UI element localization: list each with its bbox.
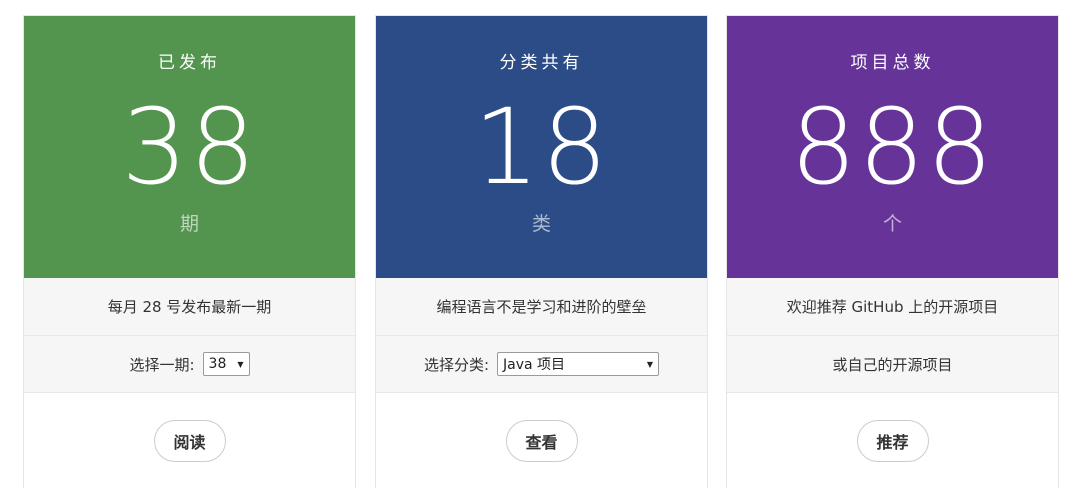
categories-hero: 分类共有 18 类 [376, 16, 707, 278]
hero-unit: 期 [179, 213, 199, 235]
published-hero: 已发布 38 期 [24, 16, 355, 278]
view-button-row: 查看 [376, 392, 707, 488]
issue-select-label: 选择一期: [129, 355, 195, 374]
read-button-row: 阅读 [24, 392, 355, 488]
card-description: 每月 28 号发布最新一期 [24, 278, 355, 335]
categories-card: 分类共有 18 类 编程语言不是学习和进阶的壁垒 选择分类: Java 项目 ▼… [375, 15, 708, 488]
hero-number: 18 [473, 86, 610, 208]
view-button[interactable]: 查看 [505, 419, 578, 462]
issue-select[interactable]: 38 ▼ [202, 352, 250, 376]
card-description: 编程语言不是学习和进阶的壁垒 [376, 278, 707, 335]
hero-number: 38 [121, 86, 258, 208]
category-select-row: 选择分类: Java 项目 ▼ [376, 335, 707, 392]
projects-hero: 项目总数 888 个 [727, 16, 1058, 278]
hero-unit: 个 [882, 213, 902, 235]
hero-unit: 类 [531, 213, 551, 235]
issue-select-row: 选择一期: 38 ▼ [24, 335, 355, 392]
chevron-down-icon: ▼ [646, 359, 654, 369]
hero-label: 项目总数 [850, 53, 935, 73]
read-button[interactable]: 阅读 [153, 419, 226, 462]
issue-select-value: 38 [208, 356, 227, 372]
card-description: 欢迎推荐 GitHub 上的开源项目 [727, 278, 1058, 335]
hero-number: 888 [790, 86, 995, 208]
chevron-down-icon: ▼ [237, 359, 244, 369]
category-select-label: 选择分类: [423, 355, 490, 374]
published-card: 已发布 38 期 每月 28 号发布最新一期 选择一期: 38 ▼ 阅读 [23, 15, 356, 488]
hero-label: 已发布 [158, 53, 221, 73]
card-note: 或自己的开源项目 [727, 335, 1058, 392]
category-select-value: Java 项目 [503, 357, 566, 373]
category-select[interactable]: Java 项目 ▼ [497, 352, 660, 376]
recommend-button[interactable]: 推荐 [856, 419, 929, 462]
recommend-button-row: 推荐 [727, 392, 1058, 488]
hero-label: 分类共有 [499, 53, 584, 73]
projects-card: 项目总数 888 个 欢迎推荐 GitHub 上的开源项目 或自己的开源项目 推… [726, 15, 1059, 488]
